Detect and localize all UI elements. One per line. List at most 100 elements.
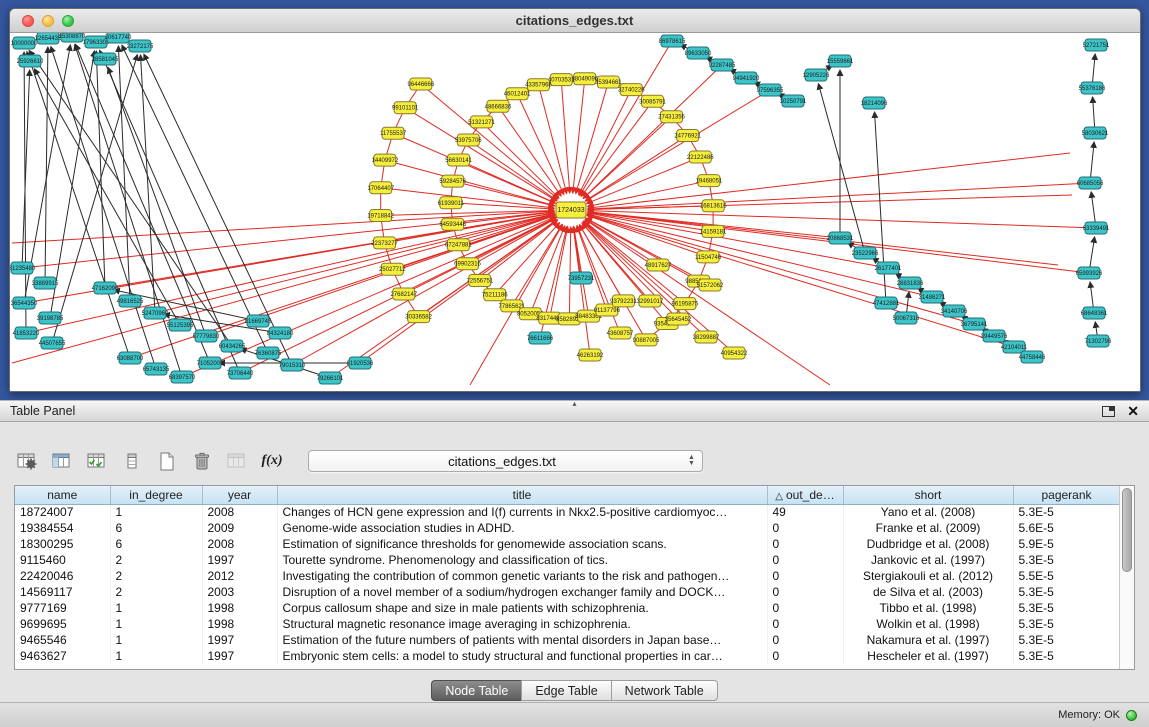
- graph-node-yellow[interactable]: 96446666: [407, 78, 434, 90]
- graph-node-teal[interactable]: 58030621: [1081, 127, 1108, 139]
- graph-node-teal[interactable]: 73706440: [226, 367, 253, 379]
- graph-node-teal[interactable]: 50067316: [892, 312, 919, 324]
- table-row[interactable]: 911546021997Tourette syndrome. Phenomeno…: [15, 552, 1119, 568]
- column-header-in_degree[interactable]: in_degree: [110, 486, 202, 504]
- graph-node-teal[interactable]: 12905226: [802, 69, 829, 81]
- new-table-icon[interactable]: [154, 449, 180, 473]
- graph-node-teal[interactable]: 23522966: [851, 247, 878, 259]
- graph-node-yellow[interactable]: 51321271: [468, 116, 495, 128]
- graph-node-yellow[interactable]: 67247881: [445, 239, 472, 251]
- graph-node-teal[interactable]: 20868531: [826, 232, 853, 244]
- graph-node-yellow[interactable]: 90887005: [632, 334, 659, 346]
- graph-node-teal[interactable]: 81669745: [244, 315, 271, 327]
- table-row[interactable]: 1938455462009Genome-wide association stu…: [15, 520, 1119, 536]
- graph-node-teal[interactable]: 36795141: [960, 318, 987, 330]
- graph-node-teal[interactable]: 76360875: [254, 347, 281, 359]
- zoom-window-button[interactable]: [62, 15, 74, 27]
- graph-node-teal[interactable]: 65743135: [142, 363, 169, 375]
- graph-node-yellow[interactable]: 19718842: [367, 210, 394, 222]
- graph-node-teal[interactable]: 28581045: [91, 53, 118, 65]
- table-row[interactable]: 969969511998Structural magnetic resonanc…: [15, 616, 1119, 632]
- network-canvas[interactable]: 1000000012654435153088701796330520617740…: [10, 33, 1140, 391]
- graph-node-teal[interactable]: 23272175: [126, 40, 153, 52]
- graph-node-yellow[interactable]: 56630141: [445, 154, 472, 166]
- column-header-short[interactable]: short: [843, 486, 1013, 504]
- graph-node-yellow[interactable]: 32740226: [617, 84, 644, 96]
- column-list-icon[interactable]: [119, 449, 145, 473]
- graph-node-teal[interactable]: 10250791: [779, 95, 806, 107]
- graph-node-yellow[interactable]: 96195875: [671, 298, 698, 310]
- graph-node-yellow[interactable]: 72556751: [466, 275, 493, 287]
- table-row[interactable]: 1872400712008Changes of HCN gene express…: [15, 504, 1119, 520]
- graph-node-yellow[interactable]: 40703531: [547, 74, 574, 86]
- network-window-titlebar[interactable]: citations_edges.txt: [10, 9, 1140, 33]
- graph-node-yellow[interactable]: 53975706: [454, 134, 481, 146]
- graph-node-teal[interactable]: 31486271: [918, 291, 945, 303]
- graph-node-teal[interactable]: 28831836: [896, 277, 923, 289]
- graph-node-teal[interactable]: 71302796: [1084, 335, 1111, 347]
- graph-node-yellow[interactable]: 32991017: [636, 295, 663, 307]
- graph-node-teal[interactable]: 79015310: [278, 359, 305, 371]
- column-header-pagerank[interactable]: pagerank: [1013, 486, 1119, 504]
- graph-node-yellow[interactable]: 51572062: [696, 279, 723, 291]
- graph-node-teal[interactable]: 60685056: [1076, 177, 1103, 189]
- graph-node-yellow[interactable]: 35394661: [595, 76, 622, 88]
- graph-node-teal[interactable]: 34140706: [940, 305, 967, 317]
- graph-node-teal[interactable]: 76611666: [526, 332, 553, 344]
- graph-node-yellow[interactable]: 16813616: [699, 200, 726, 212]
- table-selector-dropdown[interactable]: citations_edges.txt ▲▼: [308, 450, 703, 472]
- graph-node-yellow[interactable]: 17064407: [367, 182, 394, 194]
- graph-node-teal[interactable]: 44758446: [1018, 351, 1045, 363]
- graph-node-yellow[interactable]: 25027712: [378, 263, 405, 275]
- minimize-window-button[interactable]: [42, 15, 54, 27]
- graph-node-teal[interactable]: 86978615: [658, 35, 685, 47]
- graph-node-teal[interactable]: 26177401: [874, 262, 901, 274]
- hub-node[interactable]: 1724033: [556, 202, 586, 218]
- graph-node-yellow[interactable]: 48666836: [484, 100, 511, 112]
- table-row[interactable]: 2242004622012Investigating the contribut…: [15, 568, 1119, 584]
- graph-node-yellow[interactable]: 22373277: [371, 237, 398, 249]
- graph-node-teal[interactable]: 47412881: [872, 297, 899, 309]
- network-graph[interactable]: 1000000012654435153088701796330520617740…: [10, 33, 1140, 391]
- table-row[interactable]: 946554611997Estimation of the future num…: [15, 632, 1119, 648]
- graph-node-teal[interactable]: 20617740: [104, 33, 131, 43]
- graph-node-yellow[interactable]: 24776921: [674, 129, 701, 141]
- tab-network-table[interactable]: Network Table: [611, 680, 718, 701]
- delete-table-icon[interactable]: [189, 449, 215, 473]
- graph-node-yellow[interactable]: 43608757: [606, 327, 633, 339]
- graph-node-teal[interactable]: 65993926: [1075, 267, 1102, 279]
- graph-node-teal[interactable]: 89633050: [684, 47, 711, 59]
- float-panel-icon[interactable]: [1102, 406, 1115, 417]
- column-header-out_degree[interactable]: △out_de…: [767, 486, 843, 504]
- close-panel-icon[interactable]: ✕: [1127, 406, 1139, 417]
- graph-node-teal[interactable]: 44507655: [38, 337, 65, 349]
- tab-node-table[interactable]: Node Table: [431, 680, 522, 701]
- graph-node-yellow[interactable]: 11755537: [379, 127, 406, 139]
- graph-node-teal[interactable]: 63088700: [116, 352, 143, 364]
- column-header-name[interactable]: name: [15, 486, 110, 504]
- graph-node-teal[interactable]: 63339491: [1082, 222, 1109, 234]
- graph-node-yellow[interactable]: 35645452: [664, 313, 691, 325]
- graph-node-yellow[interactable]: 11504746: [694, 251, 721, 263]
- graph-node-yellow[interactable]: 38299887: [692, 331, 719, 343]
- tab-edge-table[interactable]: Edge Table: [521, 680, 611, 701]
- graph-node-yellow[interactable]: 14159181: [699, 225, 726, 237]
- graph-node-teal[interactable]: 41853220: [12, 327, 39, 339]
- graph-node-teal[interactable]: 39198785: [36, 312, 63, 324]
- create-column-icon[interactable]: [84, 449, 110, 473]
- graph-node-teal[interactable]: 49816525: [116, 295, 143, 307]
- panel-resize-handle[interactable]: ▴: [572, 399, 576, 408]
- graph-node-teal[interactable]: 39449576: [980, 330, 1007, 342]
- table-row[interactable]: 1456911722003Disruption of a novel membe…: [15, 584, 1119, 600]
- graph-node-teal[interactable]: 33889915: [31, 277, 58, 289]
- graph-node-teal[interactable]: 15559661: [826, 55, 853, 67]
- graph-node-teal[interactable]: 18214096: [860, 97, 887, 109]
- graph-node-yellow[interactable]: 30085791: [639, 95, 666, 107]
- graph-node-teal[interactable]: 55376186: [1078, 82, 1105, 94]
- graph-node-yellow[interactable]: 40954322: [720, 347, 747, 359]
- column-header-year[interactable]: year: [202, 486, 277, 504]
- graph-node-teal[interactable]: 97596355: [756, 84, 783, 96]
- graph-node-yellow[interactable]: 59284576: [439, 175, 466, 187]
- graph-node-yellow[interactable]: 43357966: [525, 79, 552, 91]
- graph-node-teal[interactable]: 68648361: [1080, 307, 1107, 319]
